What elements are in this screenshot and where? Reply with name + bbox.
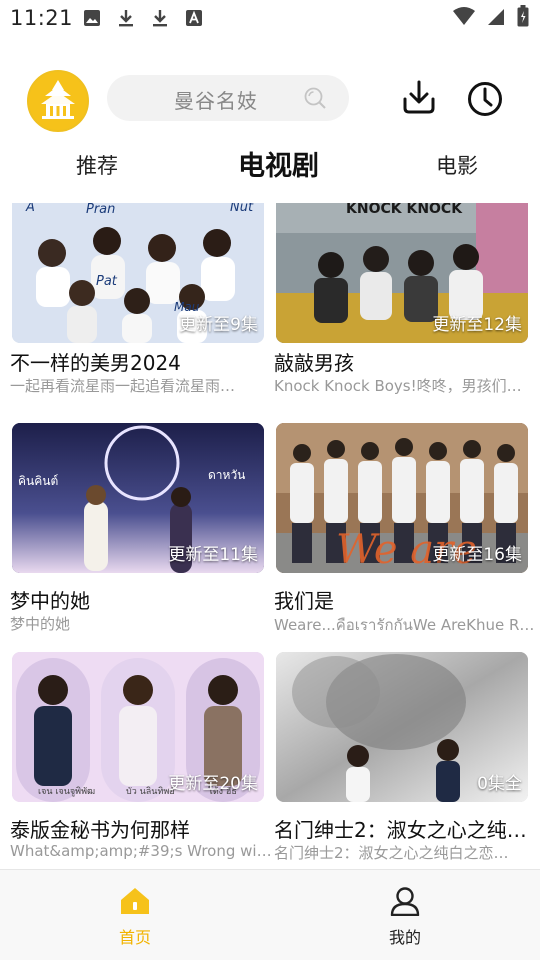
- home-icon: [119, 886, 151, 920]
- svg-text:ดาหวัน: ดาหวัน: [208, 468, 245, 482]
- series-subtitle: 一起再看流星雨一起追看流星雨…: [10, 377, 236, 395]
- svg-text:A: A: [25, 203, 35, 215]
- poster-image: 0集全: [276, 652, 528, 802]
- episode-badge: 更新至9集: [179, 315, 258, 335]
- status-time: 11:21: [10, 6, 74, 30]
- svg-text:คินคินต์: คินคินต์: [18, 474, 58, 488]
- system-icons: [452, 5, 530, 27]
- series-title: 名门绅士2：淑女之心之纯…: [274, 818, 527, 842]
- episode-badge: 更新至20集: [168, 774, 258, 794]
- search-input[interactable]: 曼谷名妓: [107, 75, 349, 121]
- search-input-text: 曼谷名妓: [174, 89, 258, 113]
- series-grid: A Pran Nut Pat Mau 更新至9集 不一样的美男2024 一起再看…: [0, 203, 540, 869]
- svg-text:เจน เจนจูพิพัฒ: เจน เจนจูพิพัฒ: [38, 786, 95, 797]
- clock-icon[interactable]: [466, 80, 504, 118]
- download-arrow-icon: [150, 8, 170, 28]
- series-title: 泰版金秘书为何那样: [10, 818, 190, 842]
- battery-icon: [516, 5, 530, 27]
- episode-badge: 0集全: [477, 774, 522, 794]
- user-icon: [389, 886, 421, 920]
- series-title: 梦中的她: [10, 589, 90, 613]
- poster-image: KNOCK KNOCK 更新至12集: [276, 203, 528, 343]
- notification-icons: [82, 8, 204, 28]
- poster-image: คินคินต์ ดาหวัน 更新至11集: [12, 423, 264, 573]
- tab-recommend[interactable]: 推荐: [76, 150, 118, 180]
- series-subtitle: 梦中的她: [10, 615, 71, 633]
- svg-text:Pran: Pran: [86, 203, 115, 217]
- nav-home[interactable]: 首页: [105, 886, 165, 948]
- tab-tv-series[interactable]: 电视剧: [238, 144, 319, 183]
- series-title: 我们是: [274, 589, 334, 613]
- svg-text:Nut: Nut: [230, 203, 254, 215]
- poster-image: We are 更新至16集: [276, 423, 528, 573]
- temple-logo-icon[interactable]: [27, 70, 89, 132]
- series-subtitle: What&amp;amp;#39;s Wrong wi…: [10, 842, 272, 860]
- status-bar: 11:21: [0, 0, 540, 38]
- svg-text:Pat: Pat: [96, 274, 118, 289]
- poster-image: A Pran Nut Pat Mau 更新至9集: [12, 203, 264, 343]
- search-icon[interactable]: [303, 86, 327, 114]
- series-title: 不一样的美男2024: [10, 351, 181, 375]
- bottom-navigation: 首页 我的: [0, 869, 540, 960]
- episode-badge: 更新至16集: [432, 545, 522, 565]
- episode-badge: 更新至12集: [432, 315, 522, 335]
- svg-text:KNOCK KNOCK: KNOCK KNOCK: [346, 203, 463, 217]
- nav-mine-label: 我的: [388, 928, 421, 947]
- series-subtitle: Weare...คือเรารักกันWe AreKhue R…: [274, 616, 535, 634]
- category-tabs: 推荐 电视剧 电影: [0, 140, 540, 190]
- image-icon: [82, 8, 102, 28]
- series-title: 敲敲男孩: [274, 351, 354, 375]
- download-arrow-icon: [116, 8, 136, 28]
- nav-home-label: 首页: [118, 928, 151, 947]
- tab-movie[interactable]: 电影: [436, 150, 478, 180]
- app-header: 曼谷名妓: [0, 66, 540, 132]
- text-a-icon: [184, 8, 204, 28]
- wifi-icon: [452, 6, 476, 26]
- poster-image: เจน เจนจูพิพัฒ บัว นลินทิพย์ โต้ง ฮีธ 更新…: [12, 652, 264, 802]
- episode-badge: 更新至11集: [168, 545, 258, 565]
- signal-icon: [486, 6, 506, 26]
- nav-mine[interactable]: 我的: [375, 886, 435, 948]
- download-tray-icon[interactable]: [400, 79, 438, 117]
- series-subtitle: 名门绅士2：淑女之心之纯白之恋…: [274, 844, 509, 862]
- series-subtitle: Knock Knock Boys!咚咚，男孩们…: [274, 377, 522, 395]
